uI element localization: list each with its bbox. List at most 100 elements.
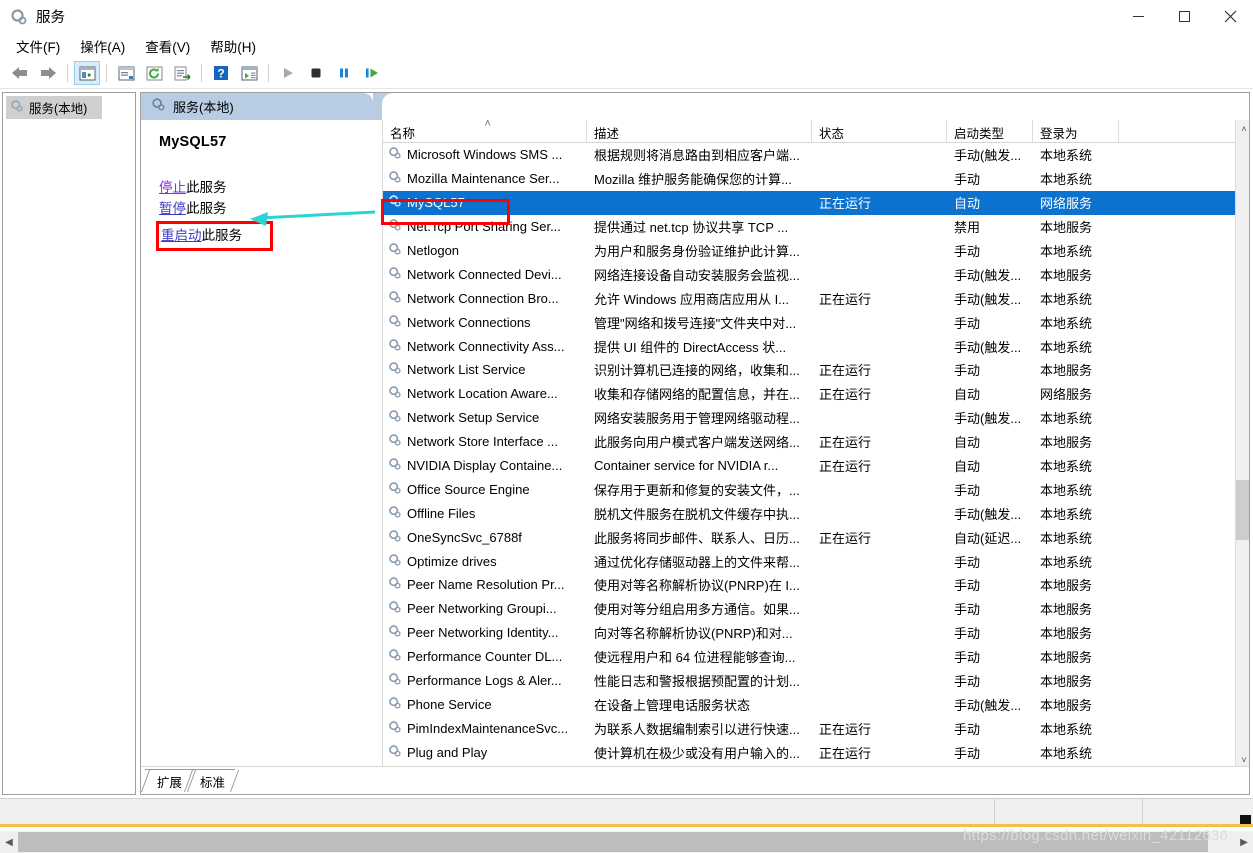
table-row[interactable]: Network Connections 管理"网络和拨号连接"文件夹中对... 手动… xyxy=(383,310,1236,334)
service-name-text: Optimize drives xyxy=(407,553,497,569)
column-header-startup-type[interactable]: 启动类型 xyxy=(947,120,1033,143)
column-header-status[interactable]: 状态 xyxy=(812,120,947,143)
table-row[interactable]: Mozilla Maintenance Ser... Mozilla 维护服务能确… xyxy=(383,167,1236,191)
list-vertical-scrollbar[interactable]: ˄ ˅ xyxy=(1235,120,1249,768)
table-row[interactable]: Performance Logs & Aler... 性能日志和警报根据预配置的计… xyxy=(383,669,1236,693)
cell-status: 正在运行 xyxy=(819,435,872,451)
table-row[interactable]: Network Connected Devi... 网络连接设备自动安装服务会监视… xyxy=(383,262,1236,286)
tab-standard[interactable]: 标准 xyxy=(188,769,236,790)
table-row[interactable]: Plug and Play 使计算机在极少或没有用户输入的... 正在运行 手动 本地系… xyxy=(383,740,1236,764)
table-row[interactable]: Netlogon 为用户和服务身份验证维护此计算... 手动 本地系统 xyxy=(383,239,1236,263)
services-gear-icon xyxy=(388,266,402,283)
service-name-text: Network Store Interface ... xyxy=(407,434,559,450)
table-row[interactable]: Network Location Aware... 收集和存储网络的配置信息，并在… xyxy=(383,382,1236,406)
cell-startup-type: 禁用 xyxy=(954,220,981,236)
table-row[interactable]: Network Connectivity Ass... 提供 UI 组件的 Dir… xyxy=(383,334,1236,358)
restart-service-icon[interactable] xyxy=(359,61,385,85)
services-gear-icon xyxy=(388,170,402,187)
service-name-text: Network Connectivity Ass... xyxy=(407,338,565,354)
menu-file[interactable]: 文件(F) xyxy=(6,34,70,58)
menu-view[interactable]: 查看(V) xyxy=(135,34,200,58)
cell-startup-type: 手动 xyxy=(954,315,981,331)
table-row[interactable]: Office Source Engine 保存用于更新和修复的安装文件，... 手动… xyxy=(383,477,1236,501)
restart-service-link[interactable]: 重启动 xyxy=(161,228,202,243)
table-row[interactable]: MySQL57 正在运行 自动 网络服务 xyxy=(383,190,1236,215)
properties-icon[interactable] xyxy=(113,61,139,85)
cell-description: 允许 Windows 应用商店应用从 I... xyxy=(594,291,790,307)
table-row[interactable]: Net.Tcp Port Sharing Ser... 提供通过 net.tcp … xyxy=(383,215,1236,239)
scroll-thumb[interactable] xyxy=(1236,480,1249,540)
scroll-up-button[interactable]: ˄ xyxy=(1236,120,1249,137)
show-hide-tree-icon[interactable] xyxy=(74,61,100,85)
pause-service-action[interactable]: 暂停此服务 xyxy=(159,198,382,219)
table-row[interactable]: Offline Files 脱机文件服务在脱机文件缓存中执... 手动(触发... 本… xyxy=(383,501,1236,525)
start-service-icon[interactable] xyxy=(275,61,301,85)
table-row[interactable]: Phone Service 在设备上管理电话服务状态 手动(触发... 本地服务 xyxy=(383,692,1236,716)
table-row[interactable]: Network List Service 识别计算机已连接的网络，收集和... 正在… xyxy=(383,358,1236,382)
table-row[interactable]: Peer Name Resolution Pr... 使用对等名称解析协议(PNR… xyxy=(383,573,1236,597)
maximize-button[interactable] xyxy=(1161,0,1207,33)
toolbar-separator xyxy=(106,64,107,82)
hscroll-right-button[interactable]: ▶ xyxy=(1235,831,1253,853)
cell-log-on-as: 本地服务 xyxy=(1040,650,1093,666)
stop-service-icon[interactable] xyxy=(303,61,329,85)
table-row[interactable]: OneSyncSvc_6788f 此服务将同步邮件、联系人、日历... 正在运行 自动… xyxy=(383,525,1236,549)
cell-service-name: Network Connections xyxy=(383,314,587,331)
export-list-icon[interactable] xyxy=(169,61,195,85)
cell-startup-type: 手动(触发... xyxy=(954,148,1022,164)
restart-service-action[interactable]: 重启动此服务 xyxy=(156,221,273,251)
status-bar xyxy=(0,798,1253,826)
table-row[interactable]: Network Store Interface ... 此服务向用户模式客户端发送… xyxy=(383,430,1236,454)
cell-log-on-as: 本地系统 xyxy=(1040,554,1093,570)
cell-log-on-as: 本地系统 xyxy=(1040,411,1093,427)
help-icon[interactable]: ? xyxy=(208,61,234,85)
selected-service-name: MySQL57 xyxy=(159,134,227,150)
toolbar-separator xyxy=(67,64,68,82)
cell-log-on-as: 本地系统 xyxy=(1040,459,1093,475)
services-gear-icon xyxy=(388,290,402,307)
services-gear-icon xyxy=(10,8,28,26)
services-gear-icon xyxy=(388,553,402,570)
cell-startup-type: 手动 xyxy=(954,554,981,570)
column-header-log-on-as[interactable]: 登录为 xyxy=(1033,120,1119,143)
table-row[interactable]: Network Connection Bro... 允许 Windows 应用商店… xyxy=(383,286,1236,310)
cell-startup-type: 手动 xyxy=(954,482,981,498)
cell-startup-type: 手动(触发... xyxy=(954,411,1022,427)
table-row[interactable]: NVIDIA Display Containe... Container serv… xyxy=(383,454,1236,478)
cell-log-on-as: 网络服务 xyxy=(1040,387,1093,403)
stop-service-action[interactable]: 停止此服务 xyxy=(159,177,382,198)
cell-log-on-as: 本地系统 xyxy=(1040,506,1093,522)
table-row[interactable]: Network Setup Service 网络安装服务用于管理网络驱动程... 手… xyxy=(383,406,1236,430)
table-row[interactable]: Peer Networking Identity... 向对等名称解析协议(PNR… xyxy=(383,621,1236,645)
cell-description: 根据规则将消息路由到相应客户端... xyxy=(594,148,800,164)
tree-item-services-local[interactable]: 服务(本地) xyxy=(6,96,102,119)
cell-log-on-as: 本地服务 xyxy=(1040,267,1093,283)
service-action-links: 停止此服务 暂停此服务 重启动此服务 xyxy=(156,177,382,251)
pause-service-icon[interactable] xyxy=(331,61,357,85)
column-header-description[interactable]: 描述 xyxy=(587,120,812,143)
minimize-button[interactable] xyxy=(1115,0,1161,33)
close-button[interactable] xyxy=(1207,0,1253,33)
column-header-name[interactable]: 名称 ˄ xyxy=(383,118,587,143)
status-cell-two xyxy=(995,798,1143,826)
pause-service-link[interactable]: 暂停 xyxy=(159,201,186,216)
hscroll-left-button[interactable]: ◀ xyxy=(0,831,18,853)
cell-log-on-as: 本地服务 xyxy=(1040,674,1093,690)
table-row[interactable]: PimIndexMaintenanceSvc... 为联系人数据编制索引以进行快速… xyxy=(383,716,1236,740)
forward-icon[interactable] xyxy=(35,61,61,85)
services-gear-icon xyxy=(388,696,402,713)
table-row[interactable]: Optimize drives 通过优化存储驱动器上的文件来帮... 手动 本地系统 xyxy=(383,549,1236,573)
services-gear-icon xyxy=(388,146,402,163)
back-icon[interactable] xyxy=(7,61,33,85)
table-row[interactable]: Microsoft Windows SMS ... 根据规则将消息路由到相应客户端… xyxy=(383,143,1236,167)
refresh-icon[interactable] xyxy=(141,61,167,85)
stop-service-link[interactable]: 停止 xyxy=(159,180,186,195)
cell-description: 此服务将同步邮件、联系人、日历... xyxy=(594,530,800,546)
services-gear-icon xyxy=(388,576,402,593)
menu-action[interactable]: 操作(A) xyxy=(70,34,135,58)
menu-help[interactable]: 帮助(H) xyxy=(200,34,266,58)
table-row[interactable]: Peer Networking Groupi... 使用对等分组启用多方通信。如果… xyxy=(383,597,1236,621)
watermark-text: https://blog.csdn.net/weixin_42112636 xyxy=(963,827,1229,844)
table-row[interactable]: Performance Counter DL... 使远程用户和 64 位进程能够… xyxy=(383,645,1236,669)
show-action-pane-icon[interactable] xyxy=(236,61,262,85)
